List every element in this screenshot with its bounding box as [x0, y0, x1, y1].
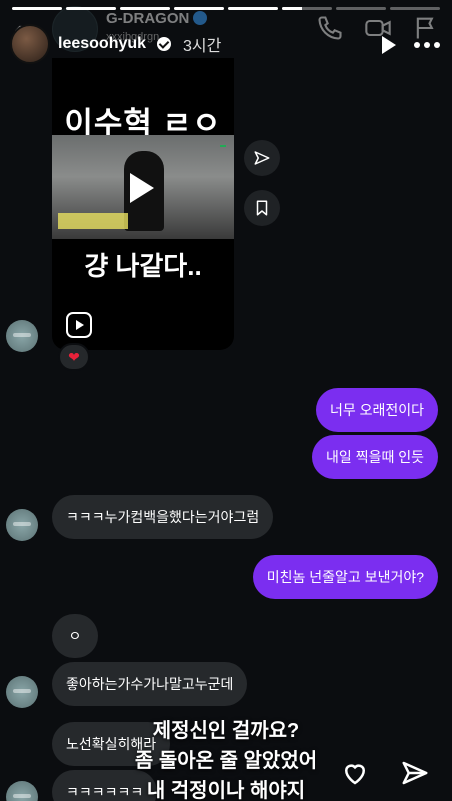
message-bubble-incoming[interactable]: ㅇ	[52, 614, 98, 658]
progress-segment	[228, 7, 278, 10]
heart-reaction[interactable]: ❤	[58, 343, 90, 371]
progress-segment	[66, 7, 116, 10]
reel-title-bottom: 걍 나같다..	[84, 251, 202, 281]
message-bubble-incoming[interactable]: ㅋㅋㅋ누가컴백을했다는거야그럼	[52, 495, 274, 539]
share-button[interactable]	[244, 140, 280, 176]
message-bubble-outgoing[interactable]: 내일 찍을때 인듯	[312, 435, 438, 479]
progress-segment	[120, 7, 170, 10]
verified-badge-icon	[193, 11, 208, 25]
message-bubble-outgoing[interactable]: 미친놈 넌줄알고 보낸거야?	[252, 555, 438, 599]
story-controls	[382, 36, 440, 54]
story-actions	[340, 758, 430, 788]
reel-video-thumbnail[interactable]	[52, 135, 234, 239]
story-username[interactable]: leesoohyuk	[58, 35, 146, 53]
story-user-info[interactable]: leesoohyuk 3시간	[10, 24, 221, 64]
phone-icon[interactable]	[316, 14, 344, 42]
send-icon	[254, 151, 270, 165]
play-icon[interactable]	[130, 173, 154, 203]
play-icon[interactable]	[382, 36, 396, 54]
shared-reel-card[interactable]: 이수혁 ㄹㅇ 걍 나같다..	[52, 58, 234, 350]
save-button[interactable]	[244, 190, 280, 226]
message-bubble-outgoing[interactable]: 너무 오래전이다	[315, 388, 438, 432]
more-options-icon[interactable]	[414, 42, 440, 48]
story-avatar[interactable]	[10, 24, 50, 64]
avatar[interactable]	[6, 509, 38, 541]
reel-logo-tag	[220, 145, 226, 147]
bookmark-icon	[256, 200, 268, 216]
reels-icon	[66, 312, 92, 338]
avatar[interactable]	[6, 676, 38, 708]
story-caption-line: 제정신인 걸까요?	[152, 720, 300, 742]
progress-segment	[12, 7, 62, 10]
heart-icon[interactable]	[340, 758, 370, 788]
story-progress-bar	[12, 7, 440, 10]
progress-segment	[174, 7, 224, 10]
verified-badge-icon	[157, 37, 172, 51]
message-bubble-incoming[interactable]: 좋아하는가수가나말고누군데	[52, 662, 248, 706]
avatar[interactable]	[6, 320, 38, 352]
send-icon[interactable]	[400, 758, 430, 788]
reel-subtitle-box	[58, 213, 128, 229]
progress-segment	[390, 7, 440, 10]
progress-segment	[336, 7, 386, 10]
progress-segment	[282, 7, 332, 10]
story-time: 3시간	[183, 38, 222, 55]
